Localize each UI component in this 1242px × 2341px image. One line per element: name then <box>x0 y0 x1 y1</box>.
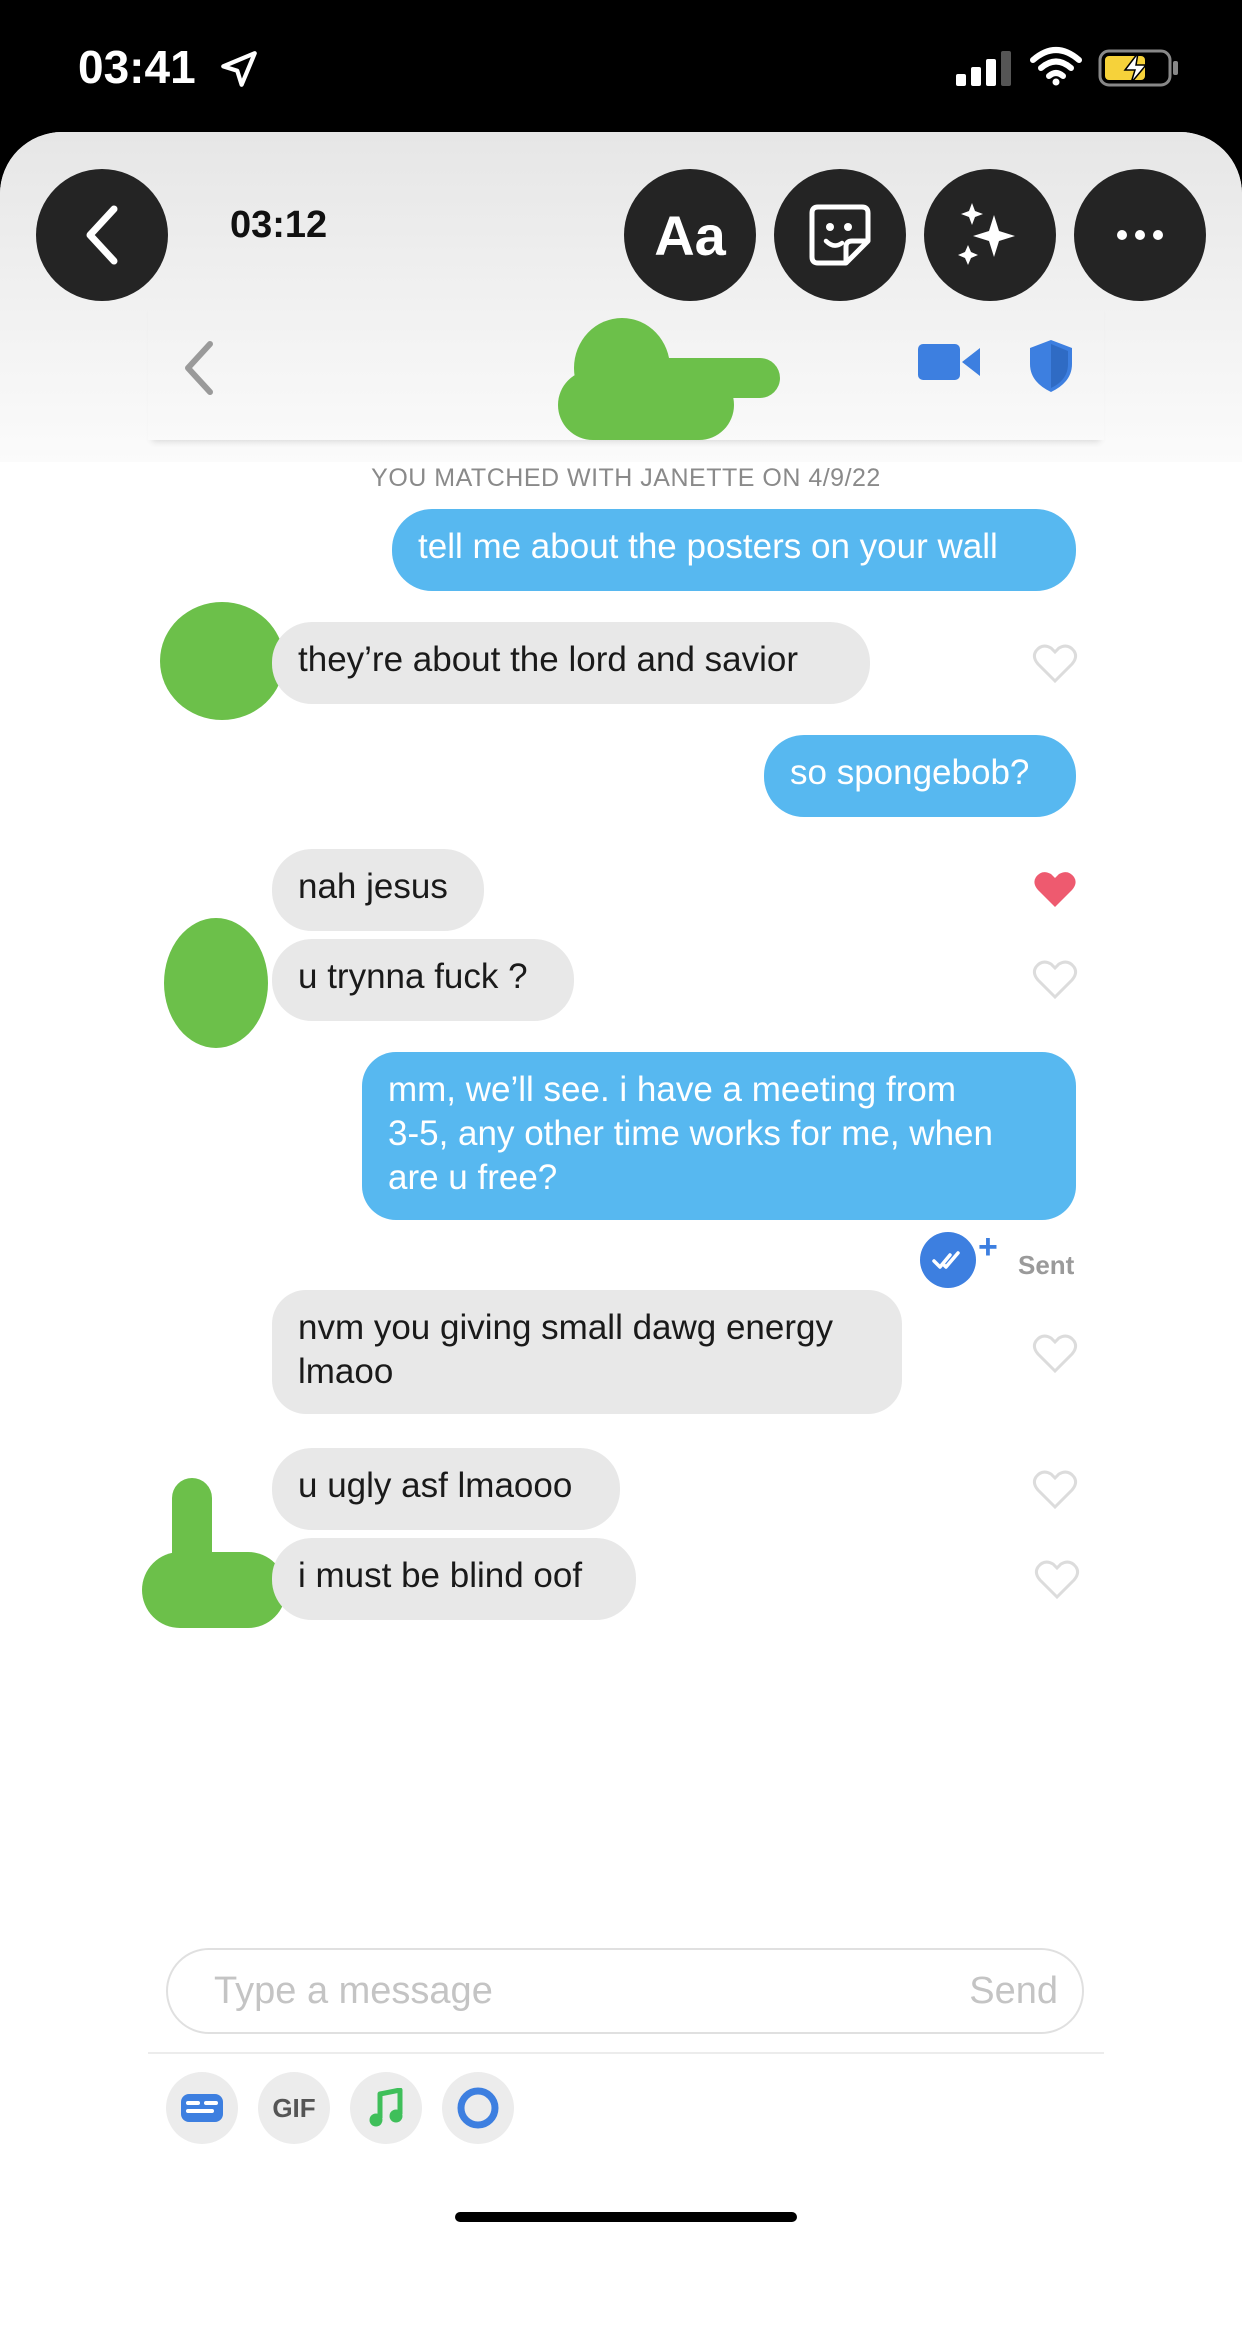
heart-outline-icon[interactable] <box>1032 642 1078 684</box>
gif-button[interactable]: GIF <box>258 2072 330 2144</box>
message-bubble-outgoing[interactable]: tell me about the posters on your wall <box>392 509 1076 591</box>
plus-icon[interactable]: + <box>978 1228 998 1267</box>
shield-icon[interactable] <box>1028 338 1074 394</box>
sticker-button[interactable] <box>774 169 906 301</box>
double-check-icon <box>932 1251 960 1269</box>
message-input-placeholder: Type a message <box>214 1970 493 2012</box>
message-line: lmaoo <box>298 1352 394 1391</box>
wifi-icon <box>1030 47 1082 86</box>
heart-outline-icon[interactable] <box>1032 1332 1078 1374</box>
status-time: 03:41 <box>78 41 196 93</box>
location-arrow-icon <box>221 51 257 87</box>
bitmoji-ring-icon <box>457 2087 499 2129</box>
message-bubble-incoming[interactable]: i must be blind oof <box>272 1538 636 1620</box>
heart-filled-icon[interactable] <box>1032 868 1078 910</box>
more-options-icon <box>1117 230 1163 240</box>
bitmoji-ring-button[interactable] <box>442 2072 514 2144</box>
story-elapsed-time: 03:12 <box>230 204 328 246</box>
back-chevron-icon <box>86 205 118 265</box>
sticker-card-button[interactable] <box>166 2072 238 2144</box>
text-tool-label: Aa <box>654 203 726 267</box>
chat-header <box>148 302 1104 440</box>
music-note-icon <box>369 2088 403 2127</box>
sticker-icon <box>809 204 871 266</box>
message-bubble-incoming[interactable]: nvm you giving small dawg energy lmaoo <box>272 1290 902 1414</box>
effects-button[interactable] <box>924 169 1056 301</box>
status-bar: 03:41 <box>0 0 1242 132</box>
text-tool-button[interactable]: Aa <box>624 169 756 301</box>
cellular-signal-icon <box>956 51 1011 86</box>
message-bubble-outgoing[interactable]: mm, we’ll see. i have a meeting from 3-5… <box>362 1052 1076 1220</box>
match-date-label: YOU MATCHED WITH JANETTE ON 4/9/22 <box>371 464 881 492</box>
message-bubble-incoming[interactable]: they’re about the lord and savior <box>272 622 870 704</box>
read-receipt-badge <box>920 1232 976 1288</box>
heart-outline-icon[interactable] <box>1032 1468 1078 1510</box>
message-bubble-incoming[interactable]: u trynna fuck ? <box>272 939 574 1021</box>
more-options-button[interactable] <box>1074 169 1206 301</box>
back-chevron-icon[interactable] <box>178 338 218 398</box>
video-camera-icon[interactable] <box>918 342 980 382</box>
story-sheet: 03:12 Aa YOU MATCHED WITH JANETTE ON 4/9… <box>0 132 1242 2341</box>
gif-icon: GIF <box>272 2092 316 2123</box>
music-button[interactable] <box>350 2072 422 2144</box>
message-line: mm, we’ll see. i have a meeting from <box>388 1070 956 1109</box>
send-button[interactable]: Send <box>969 1970 1058 2013</box>
sparkle-effects-icon <box>958 203 1015 265</box>
sent-status: Sent <box>1018 1250 1075 1280</box>
message-bubble-incoming[interactable]: u ugly asf lmaooo <box>272 1448 620 1530</box>
heart-outline-icon[interactable] <box>1034 1558 1080 1600</box>
sender-avatar <box>160 602 284 720</box>
message-bubble-incoming[interactable]: nah jesus <box>272 849 484 931</box>
sticker-card-icon <box>181 2094 223 2122</box>
battery-charging-icon <box>1098 49 1178 87</box>
home-indicator[interactable] <box>455 2212 797 2222</box>
message-line: nvm you giving small dawg energy <box>298 1308 833 1347</box>
heart-outline-icon[interactable] <box>1032 958 1078 1000</box>
message-bubble-outgoing[interactable]: so spongebob? <box>764 735 1076 817</box>
story-back-button[interactable] <box>36 169 168 301</box>
sender-avatar <box>164 918 268 1048</box>
message-line: 3-5, any other time works for me, when <box>388 1114 993 1153</box>
message-input[interactable]: Type a message Send <box>166 1948 1084 2034</box>
message-line: are u free? <box>388 1158 558 1197</box>
